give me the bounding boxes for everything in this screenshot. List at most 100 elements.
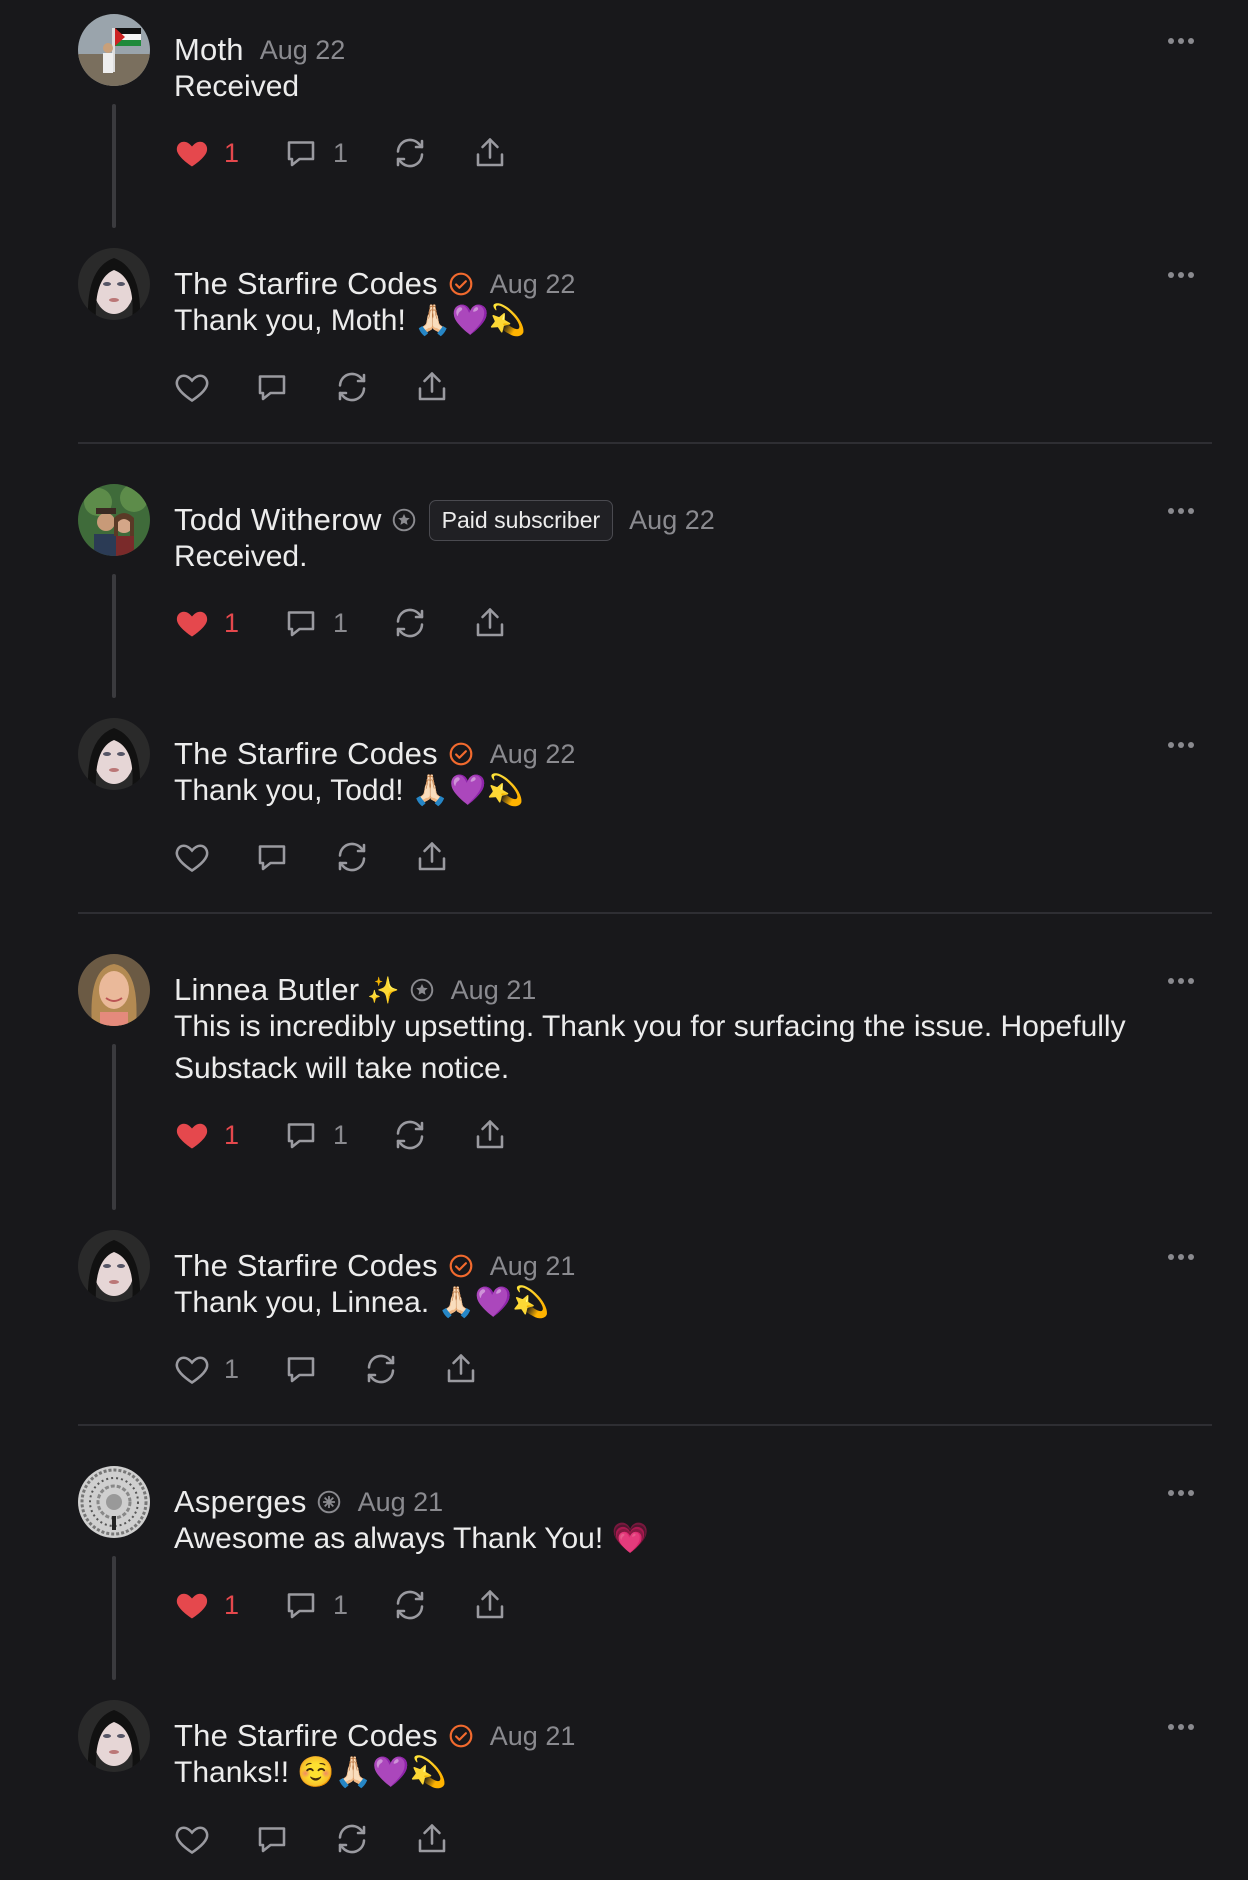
reply-button[interactable]: 1	[283, 1587, 348, 1623]
author-name[interactable]: The Starfire Codes	[174, 1718, 438, 1754]
heart-icon	[175, 374, 209, 402]
heart-icon	[175, 1826, 209, 1854]
share-icon	[447, 1354, 475, 1383]
comment-text: Received.	[174, 540, 308, 573]
comment-text: Thank you, Linnea. 🙏🏻💜💫	[174, 1286, 550, 1319]
restack-icon	[396, 608, 424, 638]
comment-date[interactable]: Aug 22	[260, 35, 346, 66]
reply-button[interactable]	[283, 1351, 319, 1387]
comment-date[interactable]: Aug 22	[490, 739, 576, 770]
heart-filled-icon	[176, 141, 208, 167]
reply-button[interactable]	[254, 1821, 290, 1857]
like-button[interactable]	[174, 839, 210, 875]
comment-date[interactable]: Aug 22	[629, 505, 715, 536]
comment-actions: 1	[174, 1347, 523, 1391]
avatar[interactable]	[78, 1466, 150, 1538]
share-button[interactable]	[472, 605, 508, 641]
author-name[interactable]: The Starfire Codes	[174, 266, 438, 302]
comment-icon	[287, 1123, 315, 1149]
restack-button[interactable]	[363, 1351, 399, 1387]
comment-text: Thank you, Todd! 🙏🏻💜💫	[174, 774, 524, 807]
share-button[interactable]	[443, 1351, 479, 1387]
share-button[interactable]	[472, 1117, 508, 1153]
verified-check-icon	[448, 741, 474, 767]
reply-button[interactable]	[254, 369, 290, 405]
comment-icon	[258, 375, 286, 401]
share-icon	[476, 138, 504, 167]
more-options-icon[interactable]	[1168, 508, 1194, 514]
share-button[interactable]	[414, 1821, 450, 1857]
like-button[interactable]: 1	[174, 1587, 239, 1623]
author-name[interactable]: Linnea Butler	[174, 972, 359, 1008]
reply-button[interactable]: 1	[283, 135, 348, 171]
share-button[interactable]	[472, 1587, 508, 1623]
like-button[interactable]	[174, 1821, 210, 1857]
restack-button[interactable]	[392, 135, 428, 171]
reply-button[interactable]: 1	[283, 1117, 348, 1153]
avatar[interactable]	[78, 954, 150, 1026]
more-options-icon[interactable]	[1168, 1254, 1194, 1260]
divider	[78, 1424, 1212, 1426]
comment-date[interactable]: Aug 21	[490, 1721, 576, 1752]
author-name[interactable]: The Starfire Codes	[174, 1248, 438, 1284]
share-icon	[476, 608, 504, 637]
like-count: 1	[224, 1353, 240, 1384]
comment-date[interactable]: Aug 21	[490, 1251, 576, 1282]
author-name[interactable]: Asperges	[174, 1484, 307, 1520]
restack-button[interactable]	[334, 1821, 370, 1857]
restack-icon	[396, 1590, 424, 1620]
comment-date[interactable]: Aug 21	[358, 1487, 444, 1518]
more-options-icon[interactable]	[1168, 1490, 1194, 1496]
avatar[interactable]	[78, 718, 150, 790]
heart-filled-icon	[176, 1123, 208, 1149]
subscriber-icon	[391, 507, 417, 533]
comment-date[interactable]: Aug 21	[451, 975, 537, 1006]
restack-icon	[338, 842, 366, 872]
more-options-icon[interactable]	[1168, 272, 1194, 278]
share-button[interactable]	[472, 135, 508, 171]
avatar[interactable]	[78, 1700, 150, 1772]
author-name[interactable]: Moth	[174, 32, 244, 68]
comment-icon	[287, 611, 315, 637]
more-options-icon[interactable]	[1168, 38, 1194, 44]
share-icon	[418, 372, 446, 401]
share-button[interactable]	[414, 369, 450, 405]
share-button[interactable]	[414, 839, 450, 875]
comment-text: Thanks!! ☺️🙏🏻💜💫	[174, 1756, 447, 1789]
restack-button[interactable]	[334, 839, 370, 875]
more-options-icon[interactable]	[1168, 742, 1194, 748]
author-name[interactable]: Todd Witherow	[174, 502, 382, 538]
divider	[78, 442, 1212, 444]
sparkle-emoji: ✨	[367, 974, 400, 1005]
comment-actions: 1 1	[174, 131, 552, 175]
comment-actions	[174, 835, 494, 879]
verified-check-icon	[448, 271, 474, 297]
like-button[interactable]	[174, 369, 210, 405]
avatar[interactable]	[78, 14, 150, 86]
comment-date[interactable]: Aug 22	[490, 269, 576, 300]
share-icon	[476, 1120, 504, 1149]
avatar[interactable]	[78, 1230, 150, 1302]
avatar[interactable]	[78, 484, 150, 556]
share-icon	[418, 842, 446, 871]
restack-button[interactable]	[392, 1117, 428, 1153]
like-button[interactable]: 1	[174, 135, 239, 171]
like-button[interactable]: 1	[174, 1351, 239, 1387]
subscriber-icon	[316, 1489, 342, 1515]
comment-actions: 1 1	[174, 1113, 552, 1157]
restack-button[interactable]	[392, 605, 428, 641]
comment-text: This is incredibly upsetting. Thank you …	[174, 1010, 1126, 1085]
reply-count: 1	[333, 607, 349, 638]
more-options-icon[interactable]	[1168, 978, 1194, 984]
thread-line	[112, 104, 116, 228]
avatar[interactable]	[78, 248, 150, 320]
reply-button[interactable]	[254, 839, 290, 875]
like-button[interactable]: 1	[174, 1117, 239, 1153]
author-name[interactable]: The Starfire Codes	[174, 736, 438, 772]
restack-icon	[396, 1120, 424, 1150]
restack-button[interactable]	[334, 369, 370, 405]
restack-button[interactable]	[392, 1587, 428, 1623]
more-options-icon[interactable]	[1168, 1724, 1194, 1730]
like-button[interactable]: 1	[174, 605, 239, 641]
reply-button[interactable]: 1	[283, 605, 348, 641]
